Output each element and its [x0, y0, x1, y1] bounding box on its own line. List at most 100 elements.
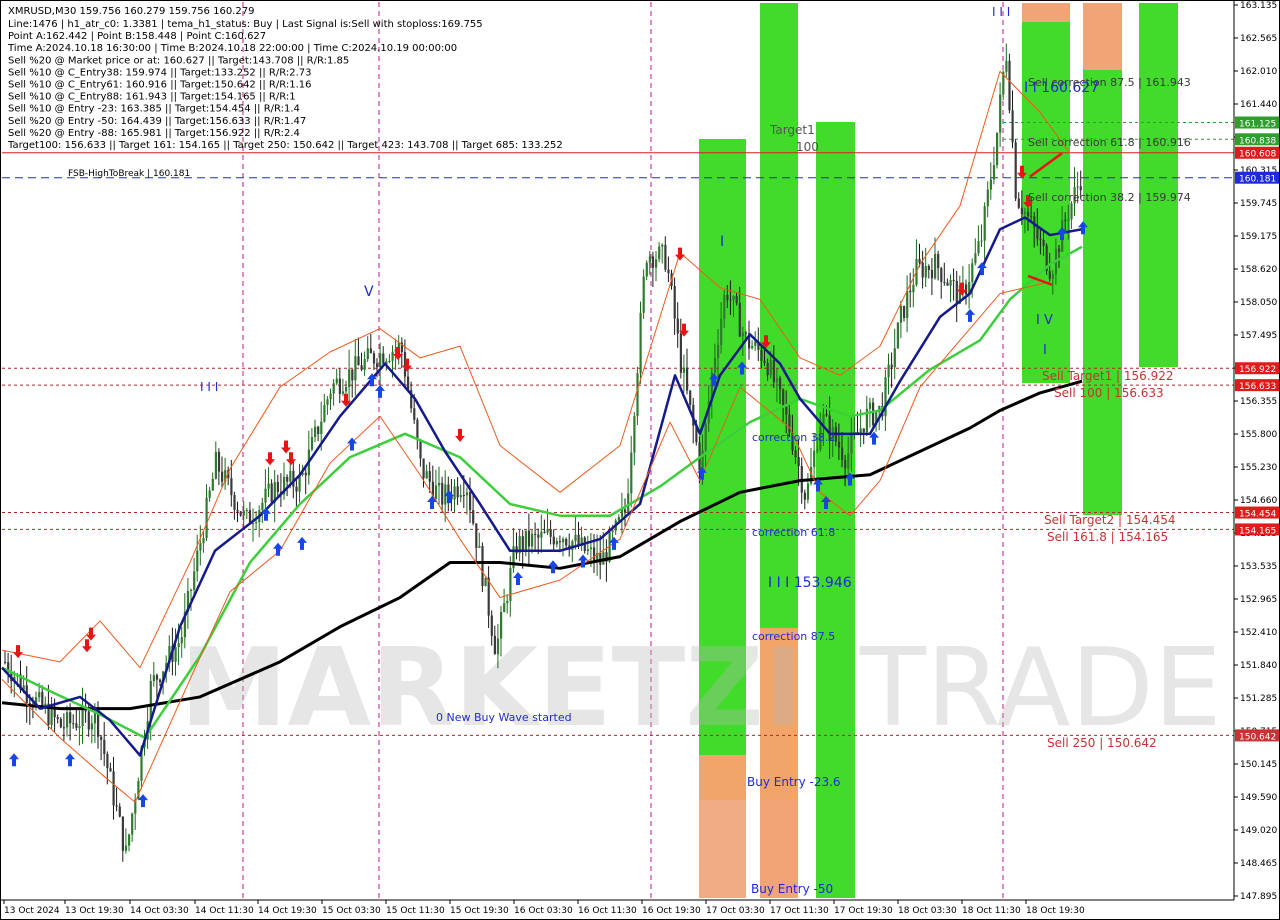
y-tick-label: 151.840	[1240, 661, 1277, 671]
candle-body	[937, 253, 940, 269]
candle-body	[729, 299, 732, 301]
candle-body	[369, 348, 372, 354]
info-line-8: Sell %20 @ Entry -50: 164.439 || Target:…	[8, 116, 306, 127]
candle-body	[952, 279, 955, 281]
x-tick-label: 16 Oct 11:30	[578, 906, 637, 916]
candle-body	[41, 692, 44, 707]
candle-body	[428, 471, 431, 482]
candle-body	[648, 256, 651, 263]
candle-body	[996, 132, 999, 166]
candle-body	[977, 241, 980, 254]
candle-body	[329, 393, 332, 400]
candle-body	[434, 485, 438, 499]
candle-body	[261, 502, 264, 511]
info-line-7: Sell %10 @ Entry -23: 163.385 || Target:…	[8, 104, 300, 115]
candle-body	[850, 434, 853, 454]
candle-body	[236, 509, 239, 512]
candle-body	[320, 421, 323, 435]
info-line-10: Target100: 156.633 || Target 161: 154.16…	[7, 140, 563, 151]
correction-618-label: correction 61.8	[752, 526, 835, 539]
candle-body	[441, 482, 444, 505]
candle-body	[903, 305, 906, 318]
candle-body	[1042, 240, 1045, 246]
candle-body	[503, 603, 506, 613]
candle-body	[909, 290, 912, 293]
candle-body	[723, 294, 726, 319]
candle-body	[555, 541, 558, 545]
new-buy-wave-label: 0 New Buy Wave started	[436, 711, 572, 724]
x-tick-label: 16 Oct 19:30	[642, 906, 701, 916]
chart-root: MARKETZI TRADE XMRUSD,M30 159.756 160.279 …	[0, 0, 1280, 920]
candle-body	[803, 492, 806, 500]
candle-body	[75, 723, 78, 728]
candle-body	[639, 312, 642, 374]
candle-body	[534, 533, 537, 535]
candle-body	[345, 386, 348, 392]
candle-body	[661, 244, 664, 247]
candle-body	[252, 523, 255, 525]
candle-body	[159, 679, 162, 683]
candle-body	[456, 486, 459, 498]
candle-body	[816, 449, 819, 451]
candle-body	[490, 615, 493, 636]
candle-body	[264, 488, 267, 503]
y-tick-label: 148.465	[1240, 859, 1277, 869]
candle-body	[772, 360, 775, 383]
y-tick-label: 152.410	[1240, 628, 1277, 638]
candle-body	[949, 279, 952, 286]
candle-body	[465, 492, 469, 496]
price-label-text: 156.633	[1239, 382, 1276, 392]
candle-body	[549, 529, 552, 537]
candle-body	[78, 726, 81, 728]
y-tick-label: 155.800	[1240, 430, 1277, 440]
sell-250-label: Sell 250 | 150.642	[1047, 736, 1157, 750]
candle-body	[679, 333, 682, 373]
candle-body	[1079, 186, 1082, 191]
candle-body	[1036, 227, 1039, 239]
correction-38-label: correction 38.2	[752, 431, 835, 444]
candle-body	[422, 458, 425, 479]
candle-body	[624, 509, 627, 513]
y-tick-label: 154.660	[1240, 496, 1277, 506]
candle-body	[521, 536, 524, 550]
candle-body	[379, 353, 382, 368]
y-tick-label: 163.135	[1240, 1, 1277, 11]
candle-body	[276, 482, 279, 492]
sell-correction-875-label: Sell correction 87.5 | 161.943	[1028, 76, 1191, 89]
x-tick-label: 18 Oct 19:30	[1026, 906, 1085, 916]
y-tick-label: 157.495	[1240, 331, 1277, 341]
candle-body	[493, 635, 496, 655]
candle-body	[751, 345, 754, 349]
candle-body	[717, 344, 720, 359]
candle-body	[72, 723, 75, 725]
candle-body	[673, 285, 676, 319]
candle-body	[239, 511, 242, 516]
candle-body	[825, 414, 828, 416]
candle-body	[593, 547, 596, 562]
candle-body	[221, 471, 224, 482]
price-label-text: 161.125	[1239, 120, 1276, 130]
candle-body	[348, 369, 351, 387]
candle-body	[760, 349, 763, 361]
candle-body	[779, 378, 782, 390]
price-label-text: 160.838	[1239, 136, 1276, 146]
candle-body	[552, 536, 555, 545]
candle-body	[546, 529, 549, 533]
info-line-3: Sell %20 @ Market price or at: 160.627 |…	[8, 55, 349, 66]
candle-body	[940, 268, 943, 282]
candle-body	[1011, 110, 1014, 143]
candle-body	[363, 359, 366, 370]
candle-body	[413, 408, 416, 420]
time-axis-bg	[0, 900, 1280, 920]
x-tick-label: 17 Oct 19:30	[834, 906, 893, 916]
candle-body	[335, 378, 338, 384]
candle-body	[1030, 216, 1033, 218]
candle-body	[245, 510, 248, 512]
candle-body	[775, 378, 779, 383]
candle-body	[360, 365, 363, 370]
x-tick-label: 14 Oct 11:30	[195, 906, 254, 916]
candle-body	[438, 482, 441, 486]
y-tick-label: 150.145	[1240, 760, 1277, 770]
candle-body	[196, 550, 199, 572]
candle-body	[286, 476, 289, 482]
